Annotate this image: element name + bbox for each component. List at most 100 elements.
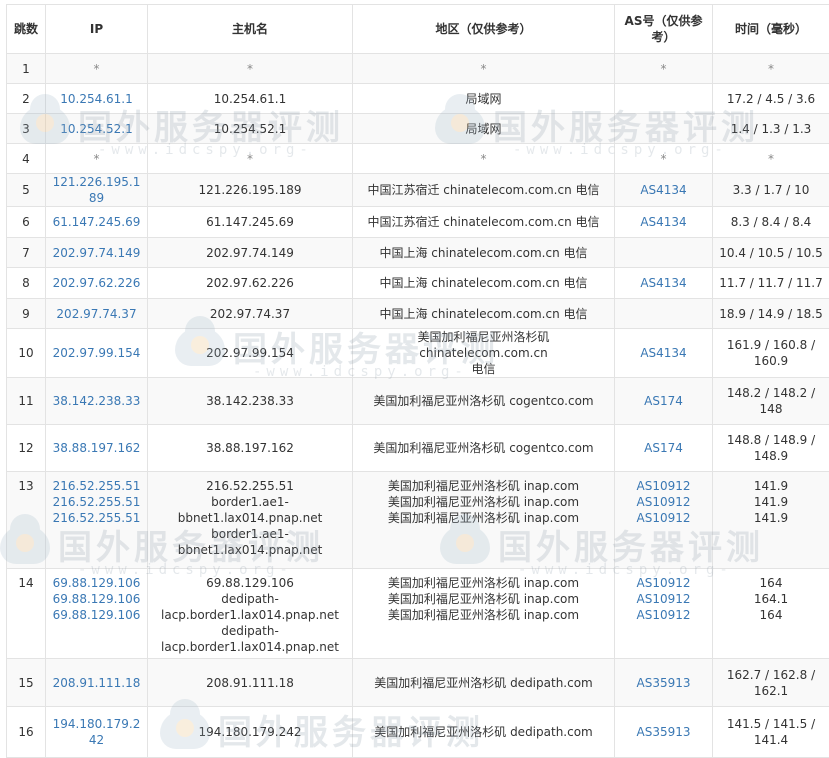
time-cell: 10.4 / 10.5 / 10.5 — [713, 238, 829, 268]
asn-link[interactable]: AS35913 — [618, 724, 709, 740]
asn-link[interactable]: AS10912 — [618, 607, 709, 623]
hop-cell: 10 — [7, 329, 46, 378]
table-header-row: 跳数 IP 主机名 地区（仅供参考） AS号（仅供参考） 时间（毫秒） — [7, 5, 829, 54]
ip-link[interactable]: 202.97.99.154 — [49, 345, 144, 361]
asn-link[interactable]: AS174 — [618, 440, 709, 456]
header-ip: IP — [46, 5, 148, 54]
asn-cell: AS174 — [615, 378, 713, 425]
region-cell: 中国江苏宿迁 chinatelecom.com.cn 电信 — [353, 174, 615, 207]
table-row: 1238.88.197.16238.88.197.162美国加利福尼亚州洛杉矶 … — [7, 425, 829, 472]
ip-cell: 216.52.255.51216.52.255.51216.52.255.51 — [46, 472, 148, 569]
region-value: 中国上海 chinatelecom.com.cn 电信 — [356, 245, 611, 261]
asn-link[interactable]: AS4134 — [618, 182, 709, 198]
asn-link[interactable]: AS10912 — [618, 478, 709, 494]
ip-link[interactable]: 38.142.238.33 — [49, 393, 144, 409]
asn-link[interactable]: AS4134 — [618, 275, 709, 291]
ip-link[interactable]: 216.52.255.51 — [49, 494, 144, 510]
ip-link[interactable]: 202.97.74.149 — [49, 245, 144, 261]
ip-cell: * — [46, 54, 148, 84]
asn-value: * — [618, 151, 709, 167]
ip-link[interactable]: 61.147.245.69 — [49, 214, 144, 230]
asn-link[interactable]: AS4134 — [618, 214, 709, 230]
table-body: 1*****210.254.61.110.254.61.1局域网17.2 / 4… — [7, 54, 829, 758]
host-cell: 61.147.245.69 — [148, 207, 353, 238]
ip-link[interactable]: 202.97.62.226 — [49, 275, 144, 291]
ip-link[interactable]: 208.91.111.18 — [49, 675, 144, 691]
host-value: border1.ae1- — [151, 526, 349, 542]
host-cell: 202.97.99.154 — [148, 329, 353, 378]
region-value: 美国加利福尼亚州洛杉矶 inap.com — [356, 478, 611, 494]
asn-cell — [615, 114, 713, 144]
table-row: 310.254.52.110.254.52.1局域网1.4 / 1.3 / 1.… — [7, 114, 829, 144]
host-value: dedipath- — [151, 623, 349, 639]
header-region: 地区（仅供参考） — [353, 5, 615, 54]
time-cell: 11.7 / 11.7 / 11.7 — [713, 268, 829, 299]
asn-cell: AS4134 — [615, 174, 713, 207]
time-value: * — [716, 151, 826, 167]
time-value: 148.8 / 148.9 / — [716, 432, 826, 448]
table-row: 661.147.245.6961.147.245.69中国江苏宿迁 chinat… — [7, 207, 829, 238]
host-value: 61.147.245.69 — [151, 214, 349, 230]
hop-cell: 15 — [7, 659, 46, 707]
time-value: 8.3 / 8.4 / 8.4 — [716, 214, 826, 230]
ip-link[interactable]: 38.88.197.162 — [49, 440, 144, 456]
host-value: 202.97.62.226 — [151, 275, 349, 291]
time-cell: 3.3 / 1.7 / 10 — [713, 174, 829, 207]
host-value: 38.142.238.33 — [151, 393, 349, 409]
ip-link[interactable]: 216.52.255.51 — [49, 510, 144, 526]
host-value: 38.88.197.162 — [151, 440, 349, 456]
region-cell: 中国江苏宿迁 chinatelecom.com.cn 电信 — [353, 207, 615, 238]
table-row: 13216.52.255.51216.52.255.51216.52.255.5… — [7, 472, 829, 569]
asn-cell: * — [615, 144, 713, 174]
region-cell: 中国上海 chinatelecom.com.cn 电信 — [353, 268, 615, 299]
asn-cell — [615, 299, 713, 329]
asn-link[interactable]: AS10912 — [618, 494, 709, 510]
ip-link[interactable]: 216.52.255.51 — [49, 478, 144, 494]
host-cell: 202.97.62.226 — [148, 268, 353, 299]
time-value: 161.9 / 160.8 / — [716, 337, 826, 353]
time-value: * — [716, 61, 826, 77]
region-value: 美国加利福尼亚州洛杉矶 dedipath.com — [356, 675, 611, 691]
asn-cell: * — [615, 54, 713, 84]
ip-link[interactable]: 10.254.52.1 — [49, 121, 144, 137]
time-value: 10.4 / 10.5 / 10.5 — [716, 245, 826, 261]
ip-link[interactable]: 69.88.129.106 — [49, 607, 144, 623]
ip-link[interactable]: 202.97.74.37 — [49, 306, 144, 322]
asn-link[interactable]: AS4134 — [618, 345, 709, 361]
ip-link[interactable]: 69.88.129.106 — [49, 575, 144, 591]
host-value: border1.ae1- — [151, 494, 349, 510]
time-cell: 1.4 / 1.3 / 1.3 — [713, 114, 829, 144]
host-cell: * — [148, 144, 353, 174]
asn-cell: AS35913 — [615, 707, 713, 758]
table-row: 10202.97.99.154202.97.99.154美国加利福尼亚州洛杉矶 … — [7, 329, 829, 378]
hop-cell: 1 — [7, 54, 46, 84]
asn-link[interactable]: AS10912 — [618, 510, 709, 526]
asn-link[interactable]: AS35913 — [618, 675, 709, 691]
host-value: 202.97.74.37 — [151, 306, 349, 322]
ip-link[interactable]: 10.254.61.1 — [49, 91, 144, 107]
host-value: bbnet1.lax014.pnap.net — [151, 542, 349, 558]
region-value: 中国上海 chinatelecom.com.cn 电信 — [356, 306, 611, 322]
ip-link[interactable]: 194.180.179.242 — [49, 716, 144, 748]
host-value: * — [151, 61, 349, 77]
time-value: 164 — [716, 575, 826, 591]
host-value: lacp.border1.lax014.pnap.net — [151, 639, 349, 655]
ip-link[interactable]: 121.226.195.189 — [49, 174, 144, 206]
ip-cell: 10.254.52.1 — [46, 114, 148, 144]
asn-cell — [615, 84, 713, 114]
asn-cell: AS35913 — [615, 659, 713, 707]
host-value: bbnet1.lax014.pnap.net — [151, 510, 349, 526]
asn-link[interactable]: AS174 — [618, 393, 709, 409]
asn-link[interactable]: AS10912 — [618, 591, 709, 607]
time-value: 17.2 / 4.5 / 3.6 — [716, 91, 826, 107]
time-value: 18.9 / 14.9 / 18.5 — [716, 306, 826, 322]
time-value: 162.7 / 162.8 / — [716, 667, 826, 683]
asn-link[interactable]: AS10912 — [618, 575, 709, 591]
ip-cell: * — [46, 144, 148, 174]
asn-cell: AS174 — [615, 425, 713, 472]
asn-cell: AS4134 — [615, 207, 713, 238]
hop-cell: 16 — [7, 707, 46, 758]
region-cell: * — [353, 144, 615, 174]
ip-link[interactable]: 69.88.129.106 — [49, 591, 144, 607]
hop-cell: 3 — [7, 114, 46, 144]
